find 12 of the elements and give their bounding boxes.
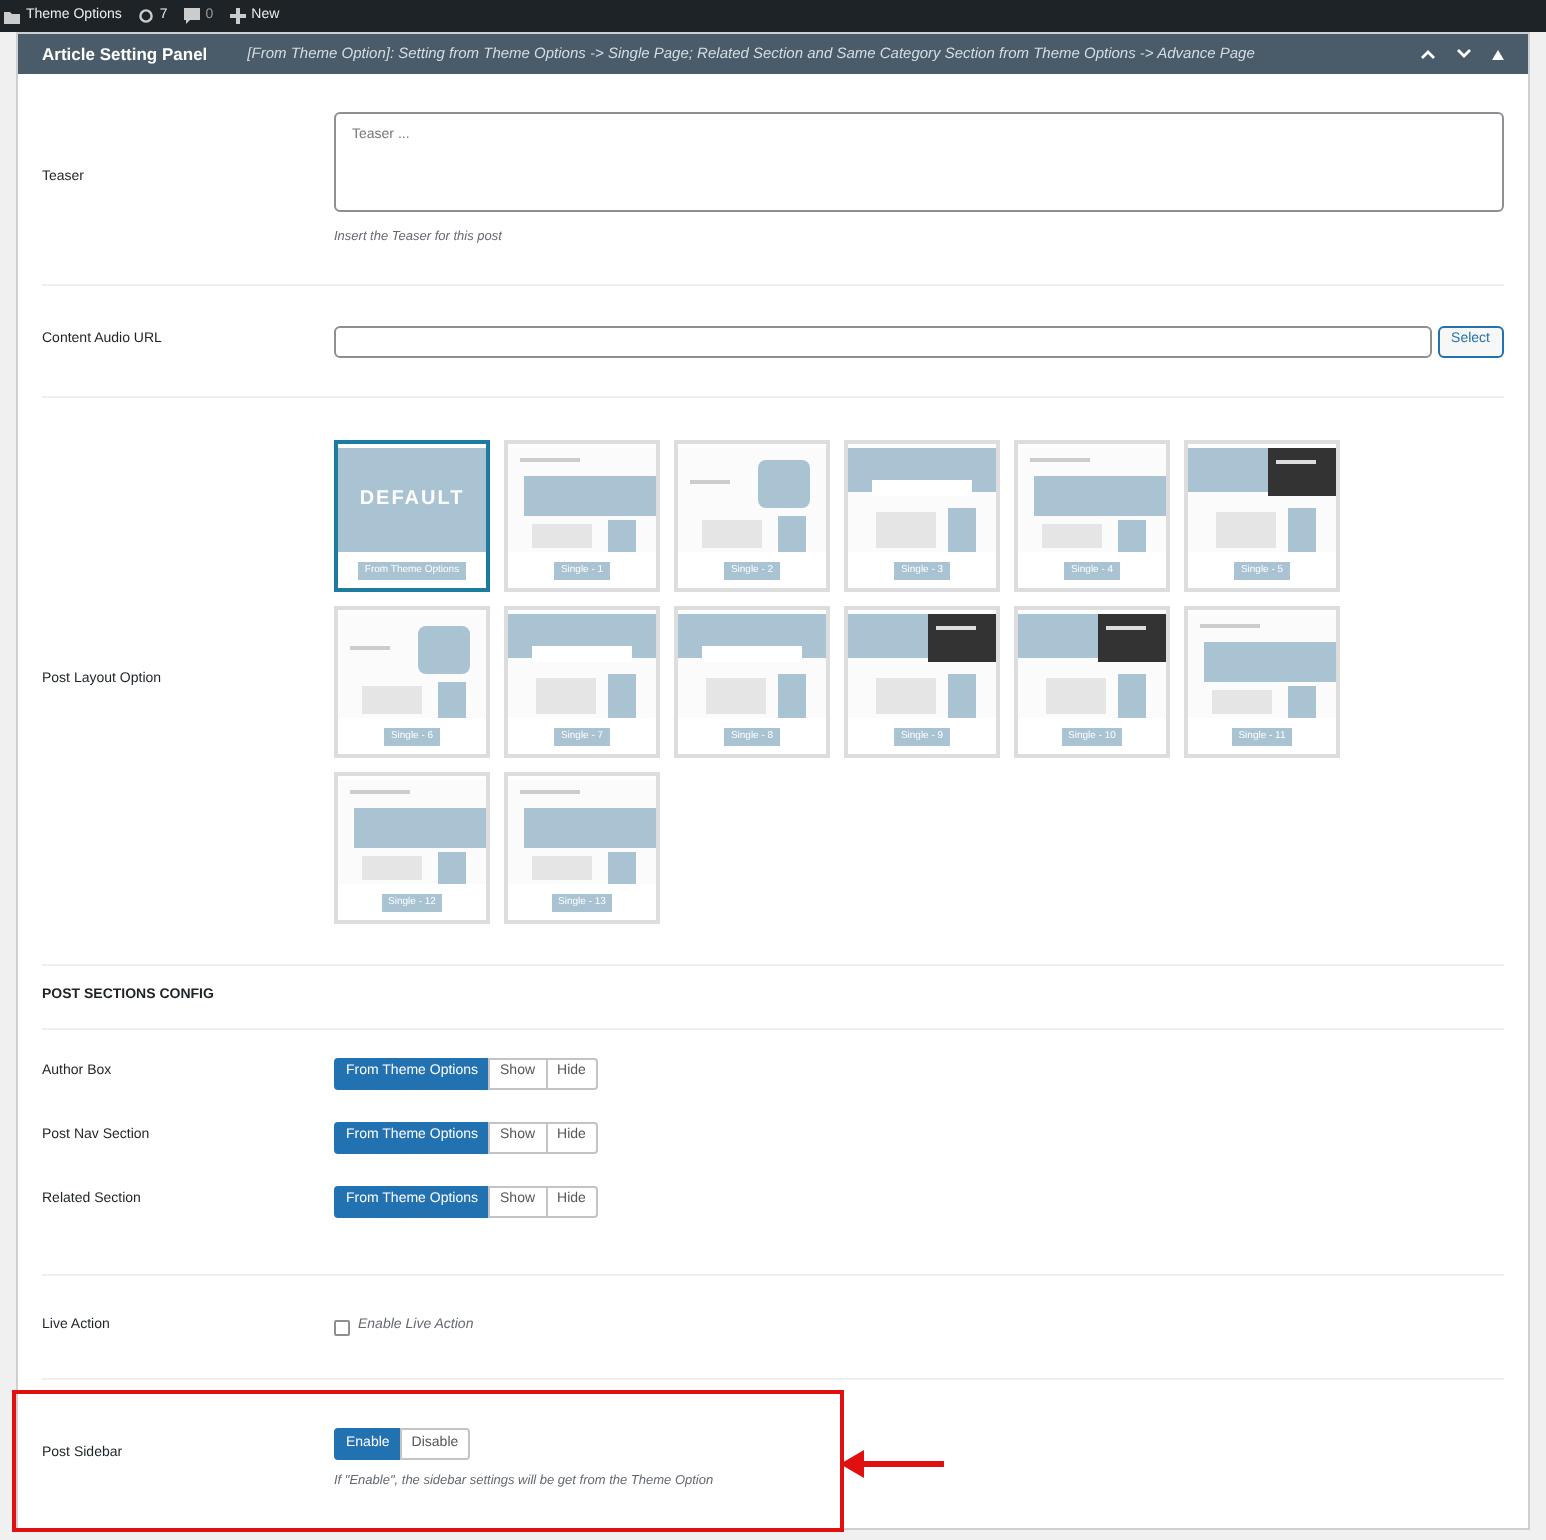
checkbox[interactable] [334, 1319, 350, 1335]
arrow-icon [840, 1450, 944, 1478]
plus-icon [229, 8, 246, 24]
audio-url-field[interactable] [334, 325, 1432, 357]
chevron-up-icon[interactable] [1420, 48, 1436, 60]
folder-icon [4, 9, 20, 23]
panel-title: Article Setting Panel [42, 41, 208, 67]
comment-icon [183, 8, 200, 24]
chevron-down-icon[interactable] [1456, 48, 1472, 60]
triangle-up-icon[interactable] [1492, 49, 1504, 59]
refresh-icon [137, 8, 154, 24]
default-layout-preview: DEFAULT [338, 447, 486, 551]
